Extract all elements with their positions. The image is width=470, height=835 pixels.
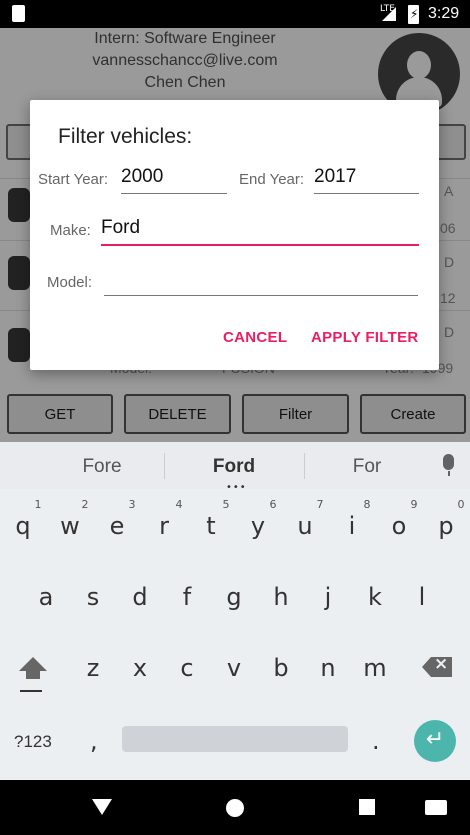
shift-icon[interactable] [19, 657, 47, 671]
suggestion-right[interactable]: For [327, 456, 407, 478]
filter-dialog: Filter vehicles: Start Year: End Year: M… [30, 100, 439, 370]
wheel-icon [8, 256, 30, 290]
home-icon[interactable] [226, 799, 244, 817]
key-j[interactable]: j [308, 583, 348, 611]
signal-icon [382, 7, 396, 21]
profile-name: Chen Chen [144, 74, 226, 91]
mic-stem [448, 471, 450, 476]
make-input[interactable] [101, 215, 419, 246]
key-x[interactable]: x [120, 654, 160, 682]
key-k[interactable]: k [355, 583, 395, 611]
keyboard-switch-icon[interactable] [425, 800, 447, 815]
suggestion-center[interactable]: Ford [194, 456, 274, 478]
recents-icon[interactable] [359, 799, 375, 815]
key-h[interactable]: h [261, 583, 301, 611]
key-hint: 8 [363, 498, 371, 511]
sd-card-icon [12, 5, 25, 22]
key-i[interactable]: i [332, 512, 372, 540]
create-button[interactable]: Create [360, 394, 466, 434]
key-m[interactable]: m [355, 654, 395, 682]
key-g[interactable]: g [214, 583, 254, 611]
key-s[interactable]: s [73, 583, 113, 611]
model-input[interactable] [104, 266, 418, 296]
key-q[interactable]: q [3, 512, 43, 540]
key-r[interactable]: r [144, 512, 184, 540]
divider [164, 453, 165, 479]
status-bar: LTE ⚡ 3:29 [0, 0, 470, 28]
key-e[interactable]: e [97, 512, 137, 540]
make-label: Make: [50, 222, 91, 239]
key-hint: 4 [175, 498, 183, 511]
key-y[interactable]: y [238, 512, 278, 540]
key-n[interactable]: n [308, 654, 348, 682]
profile-title: Intern: Software Engineer [94, 30, 276, 47]
shift-underline [20, 690, 42, 692]
row-text: 06 [440, 220, 456, 236]
key-hint: 7 [316, 498, 324, 511]
divider [304, 453, 305, 479]
key-b[interactable]: b [261, 654, 301, 682]
key-d[interactable]: d [120, 583, 160, 611]
key-a[interactable]: a [26, 583, 66, 611]
key-w[interactable]: w [50, 512, 90, 540]
more-suggestions-icon[interactable]: ••• [226, 482, 247, 493]
clock: 3:29 [428, 5, 460, 22]
row-text: 12 [440, 290, 456, 306]
action-bar: GET DELETE Filter Create [0, 392, 470, 442]
key-comma[interactable]: , [90, 727, 98, 755]
battery-icon: ⚡ [408, 5, 419, 24]
filter-button[interactable]: Filter [242, 394, 349, 434]
delete-button[interactable]: DELETE [124, 394, 231, 434]
key-f[interactable]: f [167, 583, 207, 611]
key-v[interactable]: v [214, 654, 254, 682]
end-year-input[interactable] [314, 164, 419, 194]
model-label: Model: [47, 274, 93, 291]
mic-icon[interactable] [443, 454, 454, 470]
key-u[interactable]: u [285, 512, 325, 540]
profile-email: vannesschancc@live.com [92, 52, 278, 69]
apply-filter-button[interactable]: APPLY FILTER [311, 329, 419, 346]
wheel-icon [8, 188, 30, 222]
row-text: D [444, 324, 455, 340]
key-period[interactable]: . [372, 727, 380, 755]
symbols-key[interactable]: ?123 [14, 732, 52, 752]
key-l[interactable]: l [402, 583, 442, 611]
key-hint: 3 [128, 498, 136, 511]
key-hint: 9 [410, 498, 418, 511]
start-year-input[interactable] [121, 164, 227, 194]
row-text: D [444, 254, 455, 270]
key-c[interactable]: c [167, 654, 207, 682]
key-hint: 6 [269, 498, 277, 511]
back-icon[interactable] [92, 799, 112, 815]
dialog-title: Filter vehicles: [58, 125, 193, 148]
key-hint: 5 [222, 498, 230, 511]
key-hint: 2 [81, 498, 89, 511]
navigation-bar [0, 780, 470, 835]
end-year-label: End Year: [239, 171, 305, 188]
key-o[interactable]: o [379, 512, 419, 540]
shift-stem [26, 671, 40, 679]
backspace-icon[interactable]: × [422, 657, 452, 677]
suggestion-strip: Fore Ford ••• For [0, 442, 470, 493]
key-z[interactable]: z [73, 654, 113, 682]
suggestion-left[interactable]: Fore [62, 456, 142, 478]
key-hint: 0 [457, 498, 465, 511]
key-p[interactable]: p [426, 512, 466, 540]
key-hint: 1 [34, 498, 42, 511]
space-key[interactable] [122, 726, 348, 752]
start-year-label: Start Year: [38, 171, 109, 188]
avatar-head-shape [407, 51, 431, 79]
soft-keyboard: Fore Ford ••• For 1 2 3 4 5 6 7 8 9 0 q … [0, 442, 470, 780]
row-text: A [444, 183, 454, 199]
cancel-button[interactable]: CANCEL [223, 329, 287, 346]
key-t[interactable]: t [191, 512, 231, 540]
enter-arrow-icon[interactable]: ↵ [414, 720, 456, 762]
wheel-icon [8, 328, 30, 362]
get-button[interactable]: GET [7, 394, 113, 434]
